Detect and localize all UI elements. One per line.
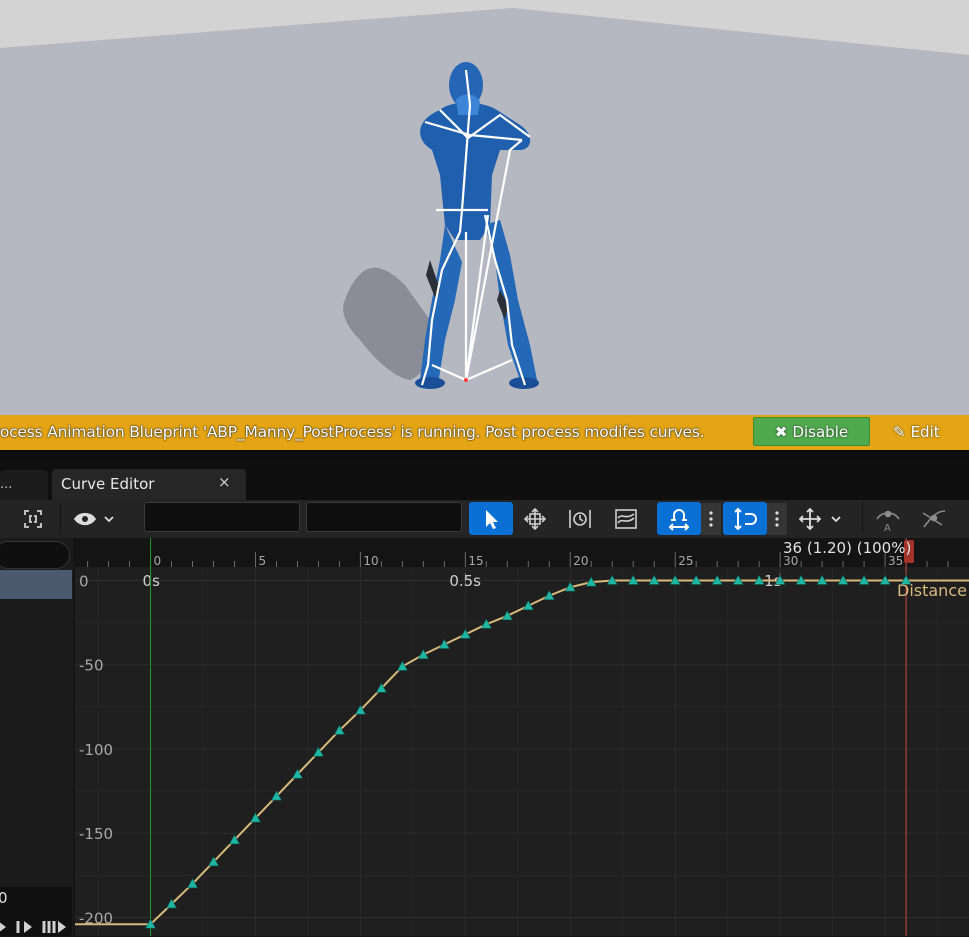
retime-tool-icon[interactable] — [565, 503, 595, 535]
transform-tool-icon[interactable] — [520, 503, 550, 535]
curve-editor-toolbar: A — [0, 500, 969, 538]
disable-button[interactable]: ✖ Disable — [753, 417, 870, 446]
ruler-tick-label: 25 — [678, 554, 693, 568]
post-process-warning-bar: rocess Animation Blueprint 'ABP_Manny_Po… — [0, 415, 969, 450]
tab-curve-editor[interactable]: Curve Editor × — [52, 469, 246, 500]
edit-button[interactable]: ✎ Edit — [893, 421, 940, 443]
curve-search-input[interactable] — [0, 541, 70, 569]
svg-text:A: A — [884, 523, 891, 533]
value-axis-label: -100 — [79, 741, 113, 759]
view-options-icon[interactable] — [70, 503, 120, 535]
snap-options-icon[interactable] — [701, 503, 721, 535]
tab-bar: ... Curve Editor × — [0, 462, 969, 500]
viewport-scene — [0, 0, 969, 415]
disable-button-label: Disable — [792, 422, 849, 441]
graph-background — [75, 538, 969, 936]
curve-graph[interactable]: 0 5 10 15 20 25 30 35 0-50-100-150-200 0s 0.5s 1s… — [75, 538, 969, 936]
time-snap-options-icon[interactable] — [767, 503, 787, 535]
close-icon: ✖ — [774, 422, 788, 441]
tangent-auto-icon[interactable]: A — [873, 503, 903, 535]
focus-icon[interactable] — [18, 503, 48, 535]
ruler-tick-label: 0 — [154, 554, 162, 568]
select-tool-icon[interactable] — [476, 503, 506, 535]
playback-icons[interactable] — [0, 917, 72, 937]
time-label: 0s — [143, 572, 161, 590]
tab-previous-label: ... — [0, 477, 13, 492]
curve-tree-row-selected[interactable] — [0, 570, 72, 599]
time-label: 0.5s — [449, 572, 481, 590]
warning-message: rocess Animation Blueprint 'ABP_Manny_Po… — [0, 423, 705, 441]
move-axis-icon[interactable] — [795, 503, 847, 535]
curve-name-label: Distance — [897, 581, 967, 600]
curve-graph-area[interactable]: 0 5 10 15 20 25 30 35 0 -50 -100 -150 -200 0s 0.5s 1s… — [75, 538, 969, 936]
snap-icon[interactable] — [664, 503, 694, 535]
toolbar-separator — [862, 502, 863, 534]
ruler-tick-label: 5 — [258, 554, 266, 568]
frame-input[interactable] — [144, 502, 300, 532]
tab-previous[interactable]: ... — [0, 470, 48, 500]
ruler-tick-label: 10 — [363, 554, 378, 568]
ruler-tick-label: 15 — [468, 554, 483, 568]
frame-value: 0 — [0, 889, 8, 907]
pencil-icon: ✎ — [893, 423, 906, 441]
playhead-label: 36 (1.20) (100%) — [783, 539, 911, 557]
edit-button-label: Edit — [910, 423, 940, 441]
tangent-user-icon[interactable] — [919, 503, 949, 535]
time-snap-icon[interactable] — [730, 503, 760, 535]
curve-tree-panel: 0 — [0, 538, 73, 936]
tab-close-icon[interactable]: × — [218, 473, 231, 491]
root-bone-marker — [464, 378, 468, 382]
panel-divider — [0, 450, 969, 462]
value-axis-label: -150 — [79, 825, 113, 843]
toolbar-separator — [60, 502, 61, 534]
tab-curve-editor-label: Curve Editor — [61, 475, 155, 493]
level-viewport[interactable] — [0, 0, 969, 415]
value-axis-label: 0 — [79, 572, 89, 590]
ruler-tick-label: 20 — [573, 554, 588, 568]
multi-scale-tool-icon[interactable] — [611, 503, 641, 535]
playback-controls: 0 — [0, 887, 72, 936]
value-input[interactable] — [306, 502, 462, 532]
value-axis-label: -50 — [79, 657, 104, 675]
